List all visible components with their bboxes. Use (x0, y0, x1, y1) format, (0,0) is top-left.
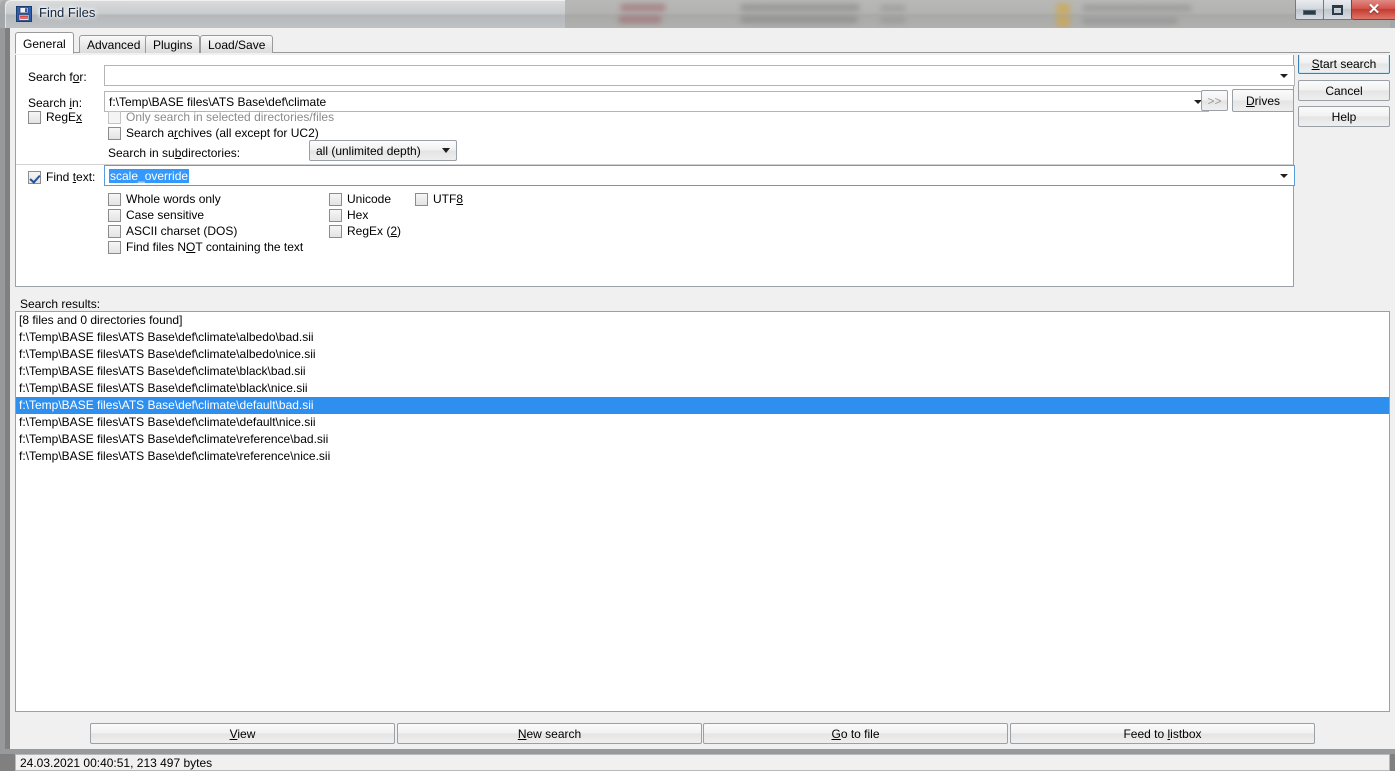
checkbox-box (329, 193, 342, 206)
case-sensitive-checkbox[interactable]: Case sensitive (108, 208, 204, 222)
minimize-icon (1303, 10, 1316, 15)
cancel-button[interactable]: Cancel (1298, 80, 1390, 101)
go-to-file-button-label: Go to file (831, 726, 880, 741)
checkbox-box (108, 111, 121, 124)
only-selected-dirs-label: Only search in selected directories/file… (126, 110, 335, 124)
regex2-checkbox[interactable]: RegEx (2) (329, 224, 401, 238)
search-in-label: Search in: (28, 96, 83, 110)
window-controls: ✕ (1295, 0, 1395, 22)
find-text-input[interactable]: scale_override (109, 169, 190, 183)
tab-load-save[interactable]: Load/Save (200, 35, 274, 53)
search-archives-label: Search archives (all except for UC2) (126, 126, 319, 140)
whole-words-only-checkbox[interactable]: Whole words only (108, 192, 221, 206)
checkbox-box (28, 171, 41, 184)
view-button-label: View (229, 726, 256, 741)
new-search-button[interactable]: New search (397, 723, 702, 744)
find-text-combo[interactable]: scale_override (104, 165, 1295, 186)
view-button[interactable]: View (90, 723, 395, 744)
tab-bar: General Advanced Plugins Load/Save (15, 31, 1390, 55)
checkbox-box (108, 193, 121, 206)
close-icon: ✕ (1367, 1, 1381, 18)
utf8-label: UTF8 (433, 192, 464, 206)
hex-label: Hex (347, 208, 369, 222)
maximize-button[interactable] (1323, 0, 1352, 20)
tab-general[interactable]: General (15, 32, 74, 54)
regex2-label: RegEx (2) (347, 224, 402, 238)
search-results-list[interactable]: [8 files and 0 directories found] f:\Tem… (15, 311, 1390, 712)
list-item[interactable]: f:\Temp\BASE files\ATS Base\def\climate\… (16, 380, 1389, 397)
find-files-not-containing-label: Find files NOT containing the text (126, 240, 304, 254)
expand-path-button[interactable]: >> (1201, 90, 1228, 111)
tab-plugins[interactable]: Plugins (145, 35, 201, 53)
list-item[interactable]: f:\Temp\BASE files\ATS Base\def\climate\… (16, 363, 1389, 380)
search-for-combo[interactable] (104, 65, 1295, 86)
list-item[interactable]: f:\Temp\BASE files\ATS Base\def\climate\… (16, 448, 1389, 465)
checkbox-box (108, 127, 121, 140)
subdirectories-value: all (unlimited depth) (316, 144, 421, 158)
checkbox-box (108, 225, 121, 238)
drives-button[interactable]: Drives (1232, 89, 1294, 112)
only-selected-dirs-checkbox: Only search in selected directories/file… (108, 110, 334, 124)
general-options-panel: Search for: Search in: f:\Temp\BASE file… (15, 53, 1295, 287)
go-to-file-button[interactable]: Go to file (703, 723, 1008, 744)
subdirectories-label: Search in subdirectories: (108, 146, 241, 160)
search-in-input[interactable]: f:\Temp\BASE files\ATS Base\def\climate (109, 95, 326, 109)
utf8-checkbox[interactable]: UTF8 (415, 192, 463, 206)
find-text-label: Find text: (46, 170, 96, 184)
window-title: Find Files (39, 5, 96, 20)
maximize-icon (1332, 4, 1343, 15)
status-bar: 24.03.2021 00:40:51, 213 497 bytes (15, 754, 1390, 771)
floppy-disk-save-icon (16, 6, 32, 22)
unicode-checkbox[interactable]: Unicode (329, 192, 391, 206)
checkbox-box (329, 225, 342, 238)
search-for-label: Search for: (28, 70, 87, 84)
start-search-label: Start search (1311, 56, 1377, 71)
search-in-combo[interactable]: f:\Temp\BASE files\ATS Base\def\climate (104, 91, 1209, 112)
feed-to-listbox-button[interactable]: Feed to listbox (1010, 723, 1315, 744)
chevron-down-icon[interactable] (1275, 66, 1292, 85)
whole-words-only-label: Whole words only (126, 192, 221, 206)
find-files-not-containing-checkbox[interactable]: Find files NOT containing the text (108, 240, 303, 254)
unicode-label: Unicode (347, 192, 392, 206)
find-text-checkbox[interactable]: Find text: (28, 170, 95, 184)
regex-checkbox[interactable]: RegEx (28, 110, 82, 124)
new-search-button-label: New search (517, 726, 582, 741)
close-button[interactable]: ✕ (1351, 0, 1395, 20)
list-item-selected[interactable]: f:\Temp\BASE files\ATS Base\def\climate\… (16, 397, 1389, 414)
chevron-down-icon (442, 148, 450, 153)
checkbox-box (108, 241, 121, 254)
help-button[interactable]: Help (1298, 106, 1390, 127)
list-item[interactable]: f:\Temp\BASE files\ATS Base\def\climate\… (16, 329, 1389, 346)
list-item[interactable]: f:\Temp\BASE files\ATS Base\def\climate\… (16, 414, 1389, 431)
minimize-button[interactable] (1295, 0, 1324, 20)
case-sensitive-label: Case sensitive (126, 208, 205, 222)
subdirectories-select[interactable]: all (unlimited depth) (309, 140, 457, 161)
hex-checkbox[interactable]: Hex (329, 208, 368, 222)
checkbox-box (329, 209, 342, 222)
regex-checkbox-label: RegEx (46, 110, 83, 124)
chevron-down-icon[interactable] (1275, 166, 1292, 185)
list-item[interactable]: [8 files and 0 directories found] (16, 312, 1389, 329)
tab-advanced[interactable]: Advanced (79, 35, 149, 53)
feed-to-listbox-button-label: Feed to listbox (1123, 726, 1202, 741)
search-archives-checkbox[interactable]: Search archives (all except for UC2) (108, 126, 319, 140)
checkbox-box (108, 209, 121, 222)
list-item[interactable]: f:\Temp\BASE files\ATS Base\def\climate\… (16, 431, 1389, 448)
title-bar[interactable]: Find Files ✕ (5, 0, 1395, 28)
search-results-label: Search results: (20, 297, 101, 311)
checkbox-box (28, 111, 41, 124)
checkbox-box (415, 193, 428, 206)
start-search-button[interactable]: Start search (1298, 53, 1390, 74)
drives-button-label: Drives (1245, 93, 1280, 108)
ascii-charset-checkbox[interactable]: ASCII charset (DOS) (108, 224, 237, 238)
ascii-charset-label: ASCII charset (DOS) (126, 224, 238, 238)
find-files-window: Find Files ✕ General Advanced Plugins Lo… (0, 0, 1395, 771)
list-item[interactable]: f:\Temp\BASE files\ATS Base\def\climate\… (16, 346, 1389, 363)
client-area: General Advanced Plugins Load/Save Searc… (10, 28, 1395, 771)
